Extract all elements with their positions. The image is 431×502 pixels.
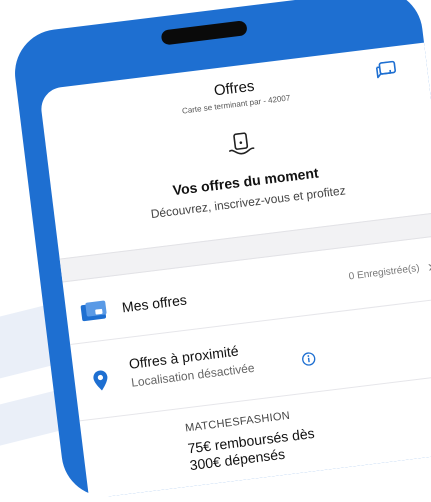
info-icon[interactable] [301, 351, 317, 372]
wallet-card-icon [79, 299, 110, 327]
tag-hand-icon [227, 132, 257, 164]
phone-screen: Offres Carte se terminant par - 42007 Vo… [38, 42, 431, 499]
chat-bubbles-icon[interactable] [374, 60, 399, 87]
my-offers-label: Mes offres [121, 291, 188, 316]
location-pin-icon [92, 369, 111, 398]
offer-deal: 75€ remboursés dès 300€ dépensés [187, 425, 318, 474]
phone-frame: Offres Carte se terminant par - 42007 Vo… [10, 0, 431, 502]
saved-count: 0 Enregistrée(s) [348, 262, 421, 283]
phone-notch [160, 20, 248, 46]
chevron-right-icon: › [427, 258, 431, 276]
